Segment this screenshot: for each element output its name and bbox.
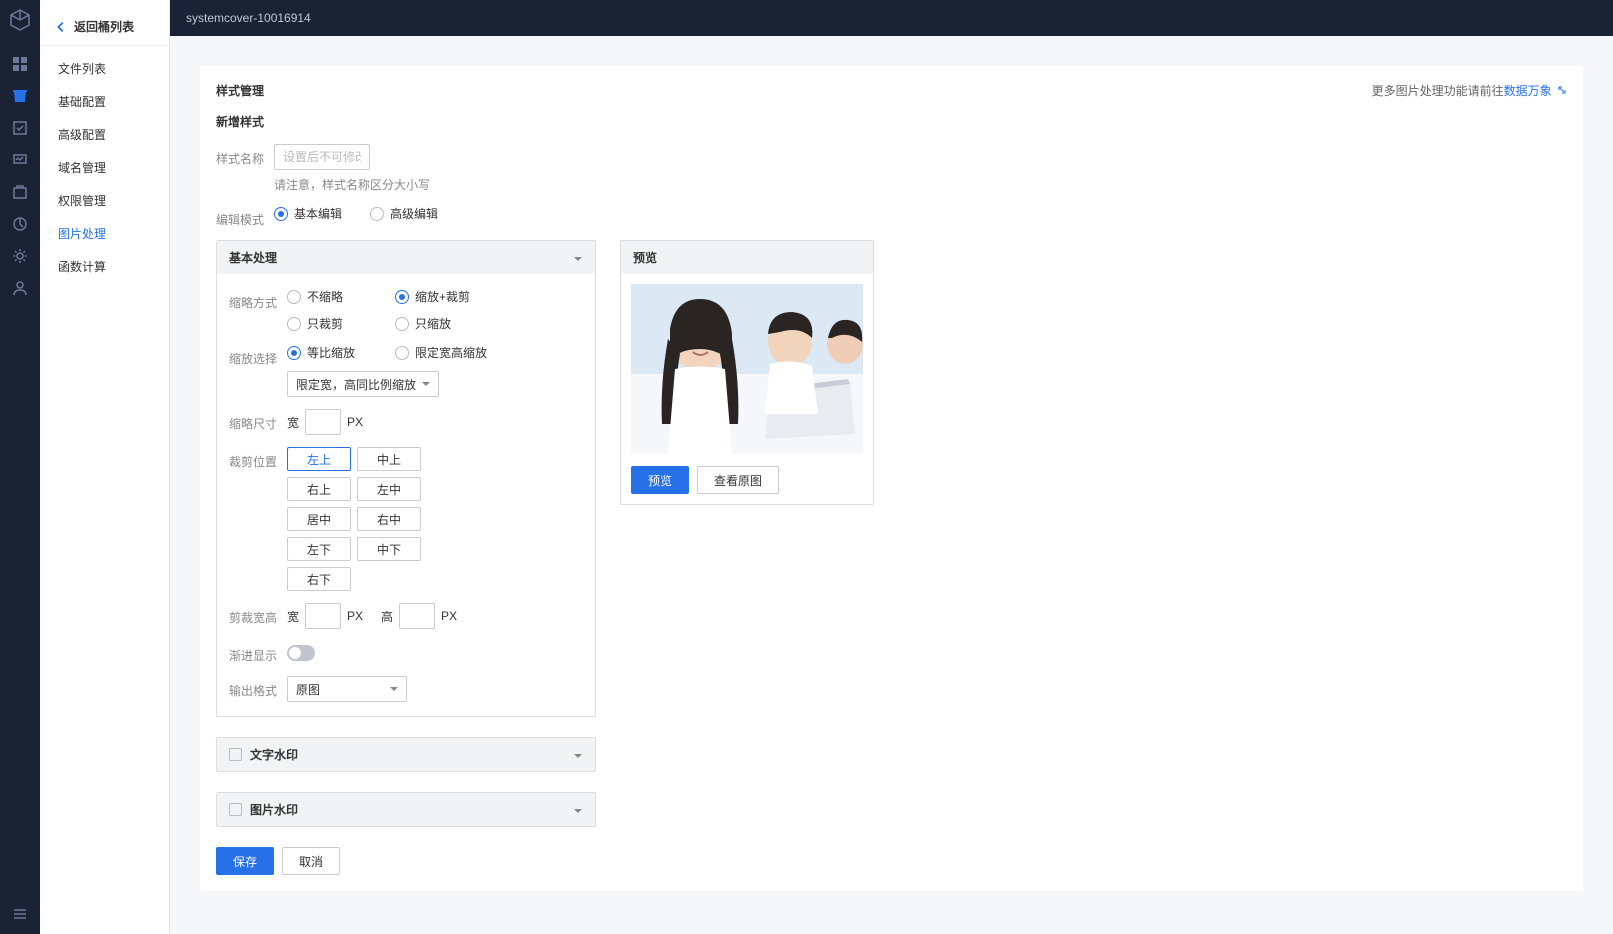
left-rail [0,0,40,934]
rail-user-icon[interactable] [12,280,28,296]
thumb-size-label: 缩略尺寸 [229,409,287,432]
preview-panel: 预览 [620,240,874,505]
sidebar-item-function[interactable]: 函数计算 [40,250,169,283]
thumb-none-radio[interactable]: 不缩略 [287,288,387,305]
rail-tool-icon[interactable] [12,184,28,200]
text-watermark-panel: 文字水印 [216,737,596,772]
style-name-hint: 请注意，样式名称区分大小写 [274,176,1567,193]
preview-image [631,284,863,454]
crop-position-grid: 左上 中上 右上 左中 居中 右中 左下 中下 [287,447,421,591]
thumb-width-input[interactable] [305,409,341,435]
preview-header: 预览 [621,241,873,274]
sidebar-item-basic-config[interactable]: 基础配置 [40,85,169,118]
text-watermark-checkbox[interactable] [229,748,242,761]
data-link[interactable]: 数据万象 [1504,84,1567,98]
image-watermark-header[interactable]: 图片水印 [217,793,595,826]
crop-wh-label: 剪裁宽高 [229,603,287,626]
style-name-label: 样式名称 [216,144,274,167]
rail-collapse-icon[interactable] [12,906,28,922]
edit-mode-label: 编辑模式 [216,205,274,228]
crop-pos-top-right[interactable]: 右上 [287,477,351,501]
back-label: 返回桶列表 [74,18,134,35]
progressive-toggle[interactable] [287,645,315,661]
chevron-down-icon [573,750,583,760]
basic-process-panel: 基本处理 缩略方式 不缩略 缩放+裁剪 只裁剪 [216,240,596,717]
chevron-down-icon [573,253,583,263]
scale-select-label: 缩放选择 [229,344,287,367]
crop-pos-top-center[interactable]: 中上 [357,447,421,471]
progressive-label: 渐进显示 [229,641,287,664]
sidebar-item-domain[interactable]: 域名管理 [40,151,169,184]
crop-pos-mid-right[interactable]: 右中 [357,507,421,531]
edit-mode-basic-radio[interactable]: 基本编辑 [274,205,342,222]
crop-pos-mid-left[interactable]: 左中 [357,477,421,501]
thumb-scale-crop-radio[interactable]: 缩放+裁剪 [395,288,495,305]
cancel-button[interactable]: 取消 [282,847,340,875]
sidebar-item-file-list[interactable]: 文件列表 [40,52,169,85]
sidebar-item-advanced-config[interactable]: 高级配置 [40,118,169,151]
basic-panel-header[interactable]: 基本处理 [217,241,595,274]
image-watermark-checkbox[interactable] [229,803,242,816]
hint-link-wrap: 更多图片处理功能请前往数据万象 [1372,82,1567,99]
crop-pos-center[interactable]: 居中 [287,507,351,531]
save-button[interactable]: 保存 [216,847,274,875]
chevron-down-icon [573,805,583,815]
crop-height-input[interactable] [399,603,435,629]
preview-button[interactable]: 预览 [631,466,689,494]
sidebar-item-image-process[interactable]: 图片处理 [40,217,169,250]
output-format-label: 输出格式 [229,676,287,699]
view-original-button[interactable]: 查看原图 [697,466,779,494]
external-link-icon [1557,85,1567,95]
image-watermark-panel: 图片水印 [216,792,596,827]
thumb-crop-only-radio[interactable]: 只裁剪 [287,315,387,332]
rail-bucket-icon[interactable] [12,88,28,104]
crop-pos-bottom-left[interactable]: 左下 [287,537,351,561]
rail-stats-icon[interactable] [12,216,28,232]
rail-task-icon[interactable] [12,120,28,136]
crop-pos-top-left[interactable]: 左上 [287,447,351,471]
back-to-bucket-list[interactable]: 返回桶列表 [40,8,169,46]
scale-eq-ratio-radio[interactable]: 等比缩放 [287,344,387,361]
crop-pos-bottom-center[interactable]: 中下 [357,537,421,561]
crop-pos-label: 裁剪位置 [229,447,287,470]
product-logo-icon [8,8,32,32]
crop-width-input[interactable] [305,603,341,629]
output-format-select[interactable]: 原图 [287,676,407,702]
sidebar-item-permission[interactable]: 权限管理 [40,184,169,217]
style-name-input[interactable] [274,144,370,170]
section-title: 样式管理 [216,82,264,99]
scale-ratio-select[interactable]: 限定宽，高同比例缩放 [287,371,439,397]
bucket-name: systemcover-10016914 [186,11,311,25]
thumb-mode-label: 缩略方式 [229,288,287,311]
rail-settings-icon[interactable] [12,248,28,264]
content-card: 样式管理 更多图片处理功能请前往数据万象 新增样式 样式名称 请注意，样式名称区… [200,66,1583,891]
thumb-scale-only-radio[interactable]: 只缩放 [395,315,495,332]
rail-monitor-icon[interactable] [12,152,28,168]
arrow-left-icon [54,20,68,34]
subsection-title: 新增样式 [216,113,1567,130]
crop-pos-bottom-right[interactable]: 右下 [287,567,351,591]
scale-fixed-wh-radio[interactable]: 限定宽高缩放 [395,344,495,361]
rail-overview-icon[interactable] [12,56,28,72]
sidebar: 返回桶列表 文件列表 基础配置 高级配置 域名管理 权限管理 图片处理 函数计算 [40,0,170,934]
top-bar: systemcover-10016914 [170,0,1613,36]
edit-mode-advanced-radio[interactable]: 高级编辑 [370,205,438,222]
text-watermark-header[interactable]: 文字水印 [217,738,595,771]
